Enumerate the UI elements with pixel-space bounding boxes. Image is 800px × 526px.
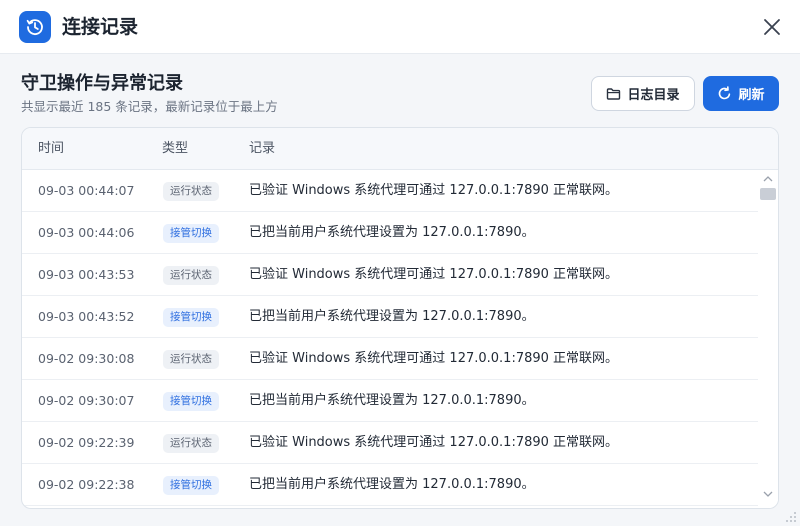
cell-record: 已验证 Windows 系统代理可通过 127.0.0.1:7890 正常联网。: [249, 183, 619, 198]
cell-time: 09-03 00:43:52: [38, 309, 135, 324]
table-row[interactable]: 09-02 09:30:07 接管切换 已把当前用户系统代理设置为 127.0.0.…: [22, 380, 758, 422]
table-row[interactable]: 09-03 00:43:52 接管切换 已把当前用户系统代理设置为 127.0.0.…: [22, 296, 758, 338]
scroll-thumb[interactable]: [760, 188, 776, 200]
close-icon: [764, 19, 780, 35]
table-row[interactable]: 09-03 00:44:07 运行状态 已验证 Windows 系统代理可通过 12…: [22, 170, 758, 212]
cell-record: 已把当前用户系统代理设置为 127.0.0.1:7890。: [249, 225, 535, 240]
scroll-up-button[interactable]: [758, 172, 778, 184]
cell-time: 09-02 09:30:07: [38, 393, 135, 408]
cell-record: 已验证 Windows 系统代理可通过 127.0.0.1:7890 正常联网。: [249, 351, 619, 366]
cell-time: 09-02 09:22:39: [38, 435, 135, 450]
vertical-scrollbar[interactable]: [758, 170, 778, 508]
cell-time: 09-02 09:22:38: [38, 477, 135, 492]
refresh-button[interactable]: 刷新: [703, 76, 779, 111]
cell-time: 09-02 09:30:08: [38, 351, 135, 366]
folder-icon: [607, 87, 621, 100]
table-row[interactable]: 09-03 00:44:06 接管切换 已把当前用户系统代理设置为 127.0.0.…: [22, 212, 758, 254]
cell-time: 09-03 00:43:53: [38, 267, 135, 282]
close-button[interactable]: [757, 12, 787, 42]
window-title: 连接记录: [62, 16, 139, 38]
cell-record: 已把当前用户系统代理设置为 127.0.0.1:7890。: [249, 393, 535, 408]
scroll-down-button[interactable]: [758, 488, 778, 500]
cell-record: 已验证 Windows 系统代理可通过 127.0.0.1:7890 正常联网。: [249, 435, 619, 450]
table-row[interactable]: 09-02 09:22:38 接管切换 已把当前用户系统代理设置为 127.0.0.…: [22, 464, 758, 506]
records-table: 时间 类型 记录 09-03 00:44:07 运行状态 已验证 Windows 系…: [21, 127, 779, 509]
chevron-up-icon: [763, 175, 773, 181]
chevron-down-icon: [763, 491, 773, 497]
table-header: 时间 类型 记录: [22, 128, 778, 170]
type-badge: 运行状态: [163, 434, 219, 453]
column-header-type[interactable]: 类型: [162, 141, 188, 157]
table-body: 09-03 00:44:07 运行状态 已验证 Windows 系统代理可通过 12…: [22, 170, 758, 508]
refresh-label: 刷新: [738, 88, 765, 103]
table-row[interactable]: 09-02 09:30:08 运行状态 已验证 Windows 系统代理可通过 12…: [22, 338, 758, 380]
table-row[interactable]: 09-03 00:43:53 运行状态 已验证 Windows 系统代理可通过 12…: [22, 254, 758, 296]
history-clock-icon: [19, 11, 51, 43]
column-header-time[interactable]: 时间: [38, 141, 64, 157]
cell-time: 09-03 00:44:07: [38, 183, 135, 198]
type-badge: 接管切换: [163, 392, 219, 411]
type-badge: 运行状态: [163, 182, 219, 201]
type-badge: 接管切换: [163, 308, 219, 327]
log-directory-button[interactable]: 日志目录: [591, 76, 695, 111]
cell-record: 已把当前用户系统代理设置为 127.0.0.1:7890。: [249, 309, 535, 324]
section-subtitle: 共显示最近 185 条记录，最新记录位于最上方: [21, 99, 278, 114]
type-badge: 运行状态: [163, 350, 219, 369]
title-bar: 连接记录: [0, 0, 800, 54]
cell-record: 已把当前用户系统代理设置为 127.0.0.1:7890。: [249, 477, 535, 492]
section-title: 守卫操作与异常记录: [21, 73, 183, 94]
resize-grip-icon[interactable]: [784, 510, 798, 524]
type-badge: 运行状态: [163, 266, 219, 285]
refresh-icon: [719, 86, 731, 100]
type-badge: 接管切换: [163, 476, 219, 495]
column-header-record[interactable]: 记录: [249, 141, 275, 157]
log-directory-label: 日志目录: [627, 88, 680, 103]
type-badge: 接管切换: [163, 224, 219, 243]
cell-record: 已验证 Windows 系统代理可通过 127.0.0.1:7890 正常联网。: [249, 267, 619, 282]
table-row[interactable]: 09-02 09:22:39 运行状态 已验证 Windows 系统代理可通过 12…: [22, 422, 758, 464]
cell-time: 09-03 00:44:06: [38, 225, 135, 240]
